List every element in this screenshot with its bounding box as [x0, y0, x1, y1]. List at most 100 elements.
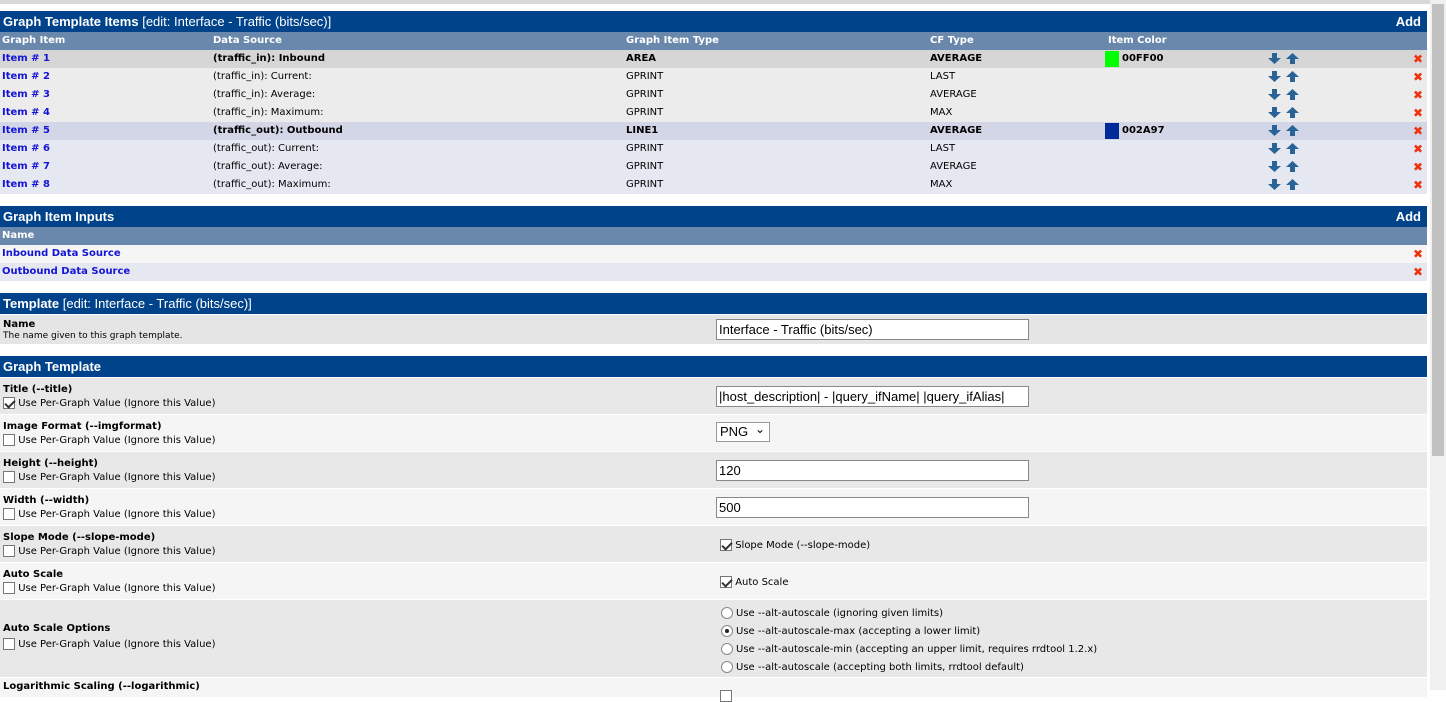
move-down-icon[interactable] — [1268, 89, 1281, 100]
per-graph-label: Use Per-Graph Value (Ignore this Value) — [18, 398, 216, 409]
per-graph-checkbox[interactable] — [3, 638, 15, 650]
radio-button[interactable] — [721, 607, 733, 619]
color-swatch — [1105, 123, 1119, 139]
table-row: Item # 2 (traffic_in): Current: GPRINT LAST… — [0, 68, 1427, 86]
graph-item-link[interactable]: Item # 3 — [2, 86, 50, 104]
field-label: Image Format (--imgformat) — [3, 421, 162, 432]
move-up-icon[interactable] — [1286, 143, 1299, 154]
graph-item-link[interactable]: Item # 2 — [2, 68, 50, 86]
template-name-input[interactable]: Interface - Traffic (bits/sec) — [716, 319, 1029, 340]
scrollbar-thumb[interactable] — [1432, 4, 1444, 456]
delete-icon[interactable]: ✖ — [1413, 68, 1423, 86]
per-graph-label: Use Per-Graph Value (Ignore this Value) — [18, 546, 216, 557]
auto-scale-option[interactable]: Use --alt-autoscale-min (accepting an up… — [721, 643, 1097, 655]
per-graph-checkbox[interactable] — [3, 545, 15, 557]
graph-item-link[interactable]: Item # 6 — [2, 140, 50, 158]
move-down-icon[interactable] — [1268, 125, 1281, 136]
field-label: Logarithmic Scaling (--logarithmic) — [3, 681, 200, 692]
field-label: Auto Scale — [3, 569, 64, 580]
radio-button[interactable] — [721, 625, 733, 637]
col-item-color: Item Color — [1108, 35, 1167, 46]
section-edit-subtitle: [edit: Interface - Traffic (bits/sec)] — [142, 14, 332, 29]
move-up-icon[interactable] — [1286, 53, 1299, 64]
radio-button[interactable] — [721, 643, 733, 655]
field-checkbox[interactable] — [720, 576, 732, 588]
vertical-scrollbar[interactable] — [1430, 0, 1446, 690]
delete-icon[interactable]: ✖ — [1413, 263, 1423, 281]
delete-icon[interactable]: ✖ — [1413, 104, 1423, 122]
per-graph-label: Use Per-Graph Value (Ignore this Value) — [18, 472, 216, 483]
data-source: (traffic_out): Average: — [213, 161, 323, 172]
move-up-icon[interactable] — [1286, 161, 1299, 172]
move-up-icon[interactable] — [1286, 179, 1299, 190]
cf-type: AVERAGE — [930, 125, 983, 136]
move-up-icon[interactable] — [1286, 71, 1299, 82]
form-row: Image Format (--imgformat) Use Per-Graph… — [0, 414, 1427, 451]
table-row: Item # 7 (traffic_out): Average: GPRINT AVE… — [0, 158, 1427, 176]
radio-button[interactable] — [721, 661, 733, 673]
name-description: The name given to this graph template. — [3, 331, 183, 341]
form-row: Slope Mode (--slope-mode) Use Per-Graph … — [0, 525, 1427, 562]
items-table-header: Graph Item Data Source Graph Item Type C… — [0, 32, 1427, 50]
move-down-icon[interactable] — [1268, 179, 1281, 190]
move-down-icon[interactable] — [1268, 107, 1281, 118]
delete-icon[interactable]: ✖ — [1413, 50, 1423, 68]
section-header: Graph Item Inputs Add — [0, 206, 1427, 227]
move-down-icon[interactable] — [1268, 143, 1281, 154]
field-input[interactable]: 500 — [716, 497, 1029, 518]
field-label: Height (--height) — [3, 458, 98, 469]
field-input[interactable]: |host_description| - |query_ifName| |que… — [716, 386, 1029, 407]
cf-type: AVERAGE — [930, 161, 977, 172]
data-source: (traffic_in): Current: — [213, 71, 312, 82]
add-item-button[interactable]: Add — [1396, 11, 1421, 32]
graph-item-link[interactable]: Item # 5 — [2, 122, 50, 140]
move-up-icon[interactable] — [1286, 125, 1299, 136]
graph-item-type: AREA — [626, 53, 657, 64]
per-graph-checkbox[interactable] — [3, 471, 15, 483]
data-source: (traffic_in): Maximum: — [213, 107, 324, 118]
delete-icon[interactable]: ✖ — [1413, 122, 1423, 140]
per-graph-checkbox[interactable] — [3, 582, 15, 594]
delete-icon[interactable]: ✖ — [1413, 245, 1423, 263]
graph-item-link[interactable]: Item # 8 — [2, 176, 50, 194]
delete-icon[interactable]: ✖ — [1413, 140, 1423, 158]
section-header: Graph Template Items [edit: Interface - … — [0, 11, 1427, 32]
cf-type: AVERAGE — [930, 53, 983, 64]
table-row: Item # 1 (traffic_in): Inbound AREA AVERAGE… — [0, 50, 1427, 68]
delete-icon[interactable]: ✖ — [1413, 86, 1423, 104]
radio-label: Use --alt-autoscale-min (accepting an up… — [736, 644, 1098, 655]
table-row: Item # 4 (traffic_in): Maximum: GPRINT MAX ✖ — [0, 104, 1427, 122]
per-graph-label: Use Per-Graph Value (Ignore this Value) — [18, 639, 216, 650]
auto-scale-option[interactable]: Use --alt-autoscale-max (accepting a low… — [721, 625, 980, 637]
graph-item-link[interactable]: Item # 7 — [2, 158, 50, 176]
logarithmic-checkbox[interactable] — [720, 690, 732, 702]
section-title: Graph Template — [3, 359, 102, 374]
table-row: Item # 5 (traffic_out): Outbound LINE1 AVER… — [0, 122, 1427, 140]
input-link[interactable]: Inbound Data Source — [2, 245, 121, 263]
cf-type: LAST — [930, 71, 956, 82]
graph-item-link[interactable]: Item # 1 — [2, 50, 50, 68]
field-check-label: Auto Scale — [735, 577, 789, 588]
per-graph-option: Use Per-Graph Value (Ignore this Value) — [3, 582, 215, 594]
per-graph-checkbox[interactable] — [3, 397, 15, 409]
inputs-table-header: Name — [0, 227, 1427, 245]
auto-scale-option[interactable]: Use --alt-autoscale (ignoring given limi… — [721, 607, 943, 619]
input-link[interactable]: Outbound Data Source — [2, 263, 130, 281]
add-input-button[interactable]: Add — [1396, 206, 1421, 227]
auto-scale-option[interactable]: Use --alt-autoscale (accepting both limi… — [721, 661, 1024, 673]
move-up-icon[interactable] — [1286, 89, 1299, 100]
move-up-icon[interactable] — [1286, 107, 1299, 118]
per-graph-option: Use Per-Graph Value (Ignore this Value) — [3, 434, 215, 446]
field-input[interactable]: 120 — [716, 460, 1029, 481]
graph-item-link[interactable]: Item # 4 — [2, 104, 50, 122]
field-checkbox[interactable] — [720, 539, 732, 551]
delete-icon[interactable]: ✖ — [1413, 158, 1423, 176]
move-down-icon[interactable] — [1268, 161, 1281, 172]
field-select[interactable]: PNG ⌄ — [716, 422, 770, 442]
move-down-icon[interactable] — [1268, 53, 1281, 64]
delete-icon[interactable]: ✖ — [1413, 176, 1423, 194]
per-graph-checkbox[interactable] — [3, 434, 15, 446]
per-graph-checkbox[interactable] — [3, 508, 15, 520]
move-down-icon[interactable] — [1268, 71, 1281, 82]
section-header: Template [edit: Interface - Traffic (bit… — [0, 293, 1427, 314]
